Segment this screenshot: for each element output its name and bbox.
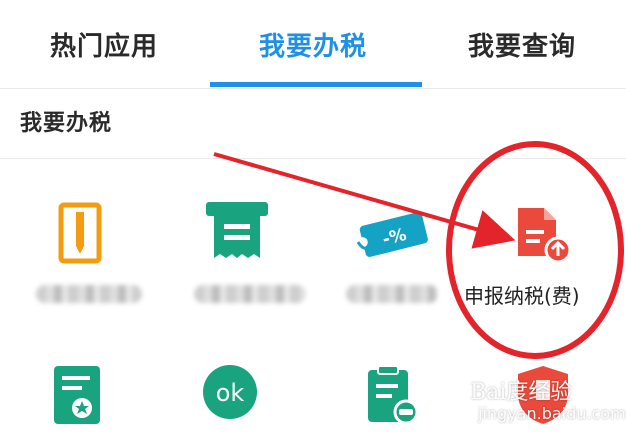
grid-item-2[interactable] [180,190,310,320]
certificate-icon [54,366,100,424]
tab-label: 我要查询 [467,31,576,62]
tab-label: 热门应用 [49,31,158,62]
blurred-label [194,285,306,303]
grid-item-declare-tax[interactable]: 申报纳税(费) [464,190,610,320]
blurred-label [346,285,438,303]
grid-item-3[interactable]: -% [340,190,460,320]
grid-item-7[interactable] [340,362,460,434]
declare-tax-label: 申报纳税(费) [464,284,580,308]
active-tab-indicator [210,82,422,87]
tax-service-page: 热门应用 我要办税 我要查询 我要办税 -% 申报纳税(费) ok Bai度经验… [0,0,626,434]
grid-item-1[interactable] [20,190,142,320]
tab-hot-apps[interactable]: 热门应用 [0,0,208,88]
tab-handle-tax[interactable]: 我要办税 [209,0,417,88]
tax-declaration-upload-icon [518,208,572,264]
blurred-label [36,285,142,303]
ok-text: ok [216,379,245,407]
tab-bar: 热门应用 我要办税 我要查询 [0,0,626,89]
watermark-brand: Bai度经验 [470,380,573,405]
ok-badge-icon: ok [203,365,257,419]
tab-query[interactable]: 我要查询 [418,0,626,88]
clipboard-car-icon [368,365,419,424]
grid-item-6[interactable]: ok [180,362,310,434]
watermark: Bai度经验 jingyan.baidu.com [470,374,626,430]
section-title: 我要办税 [20,111,113,136]
grid-item-5[interactable] [20,362,140,434]
receipt-printer-icon [206,202,268,258]
discount-ticket-icon: -% [356,212,428,257]
tab-label: 我要办税 [258,31,367,62]
section-divider [0,158,626,159]
pen-document-icon [58,202,102,264]
watermark-url: jingyan.baidu.com [478,404,626,423]
